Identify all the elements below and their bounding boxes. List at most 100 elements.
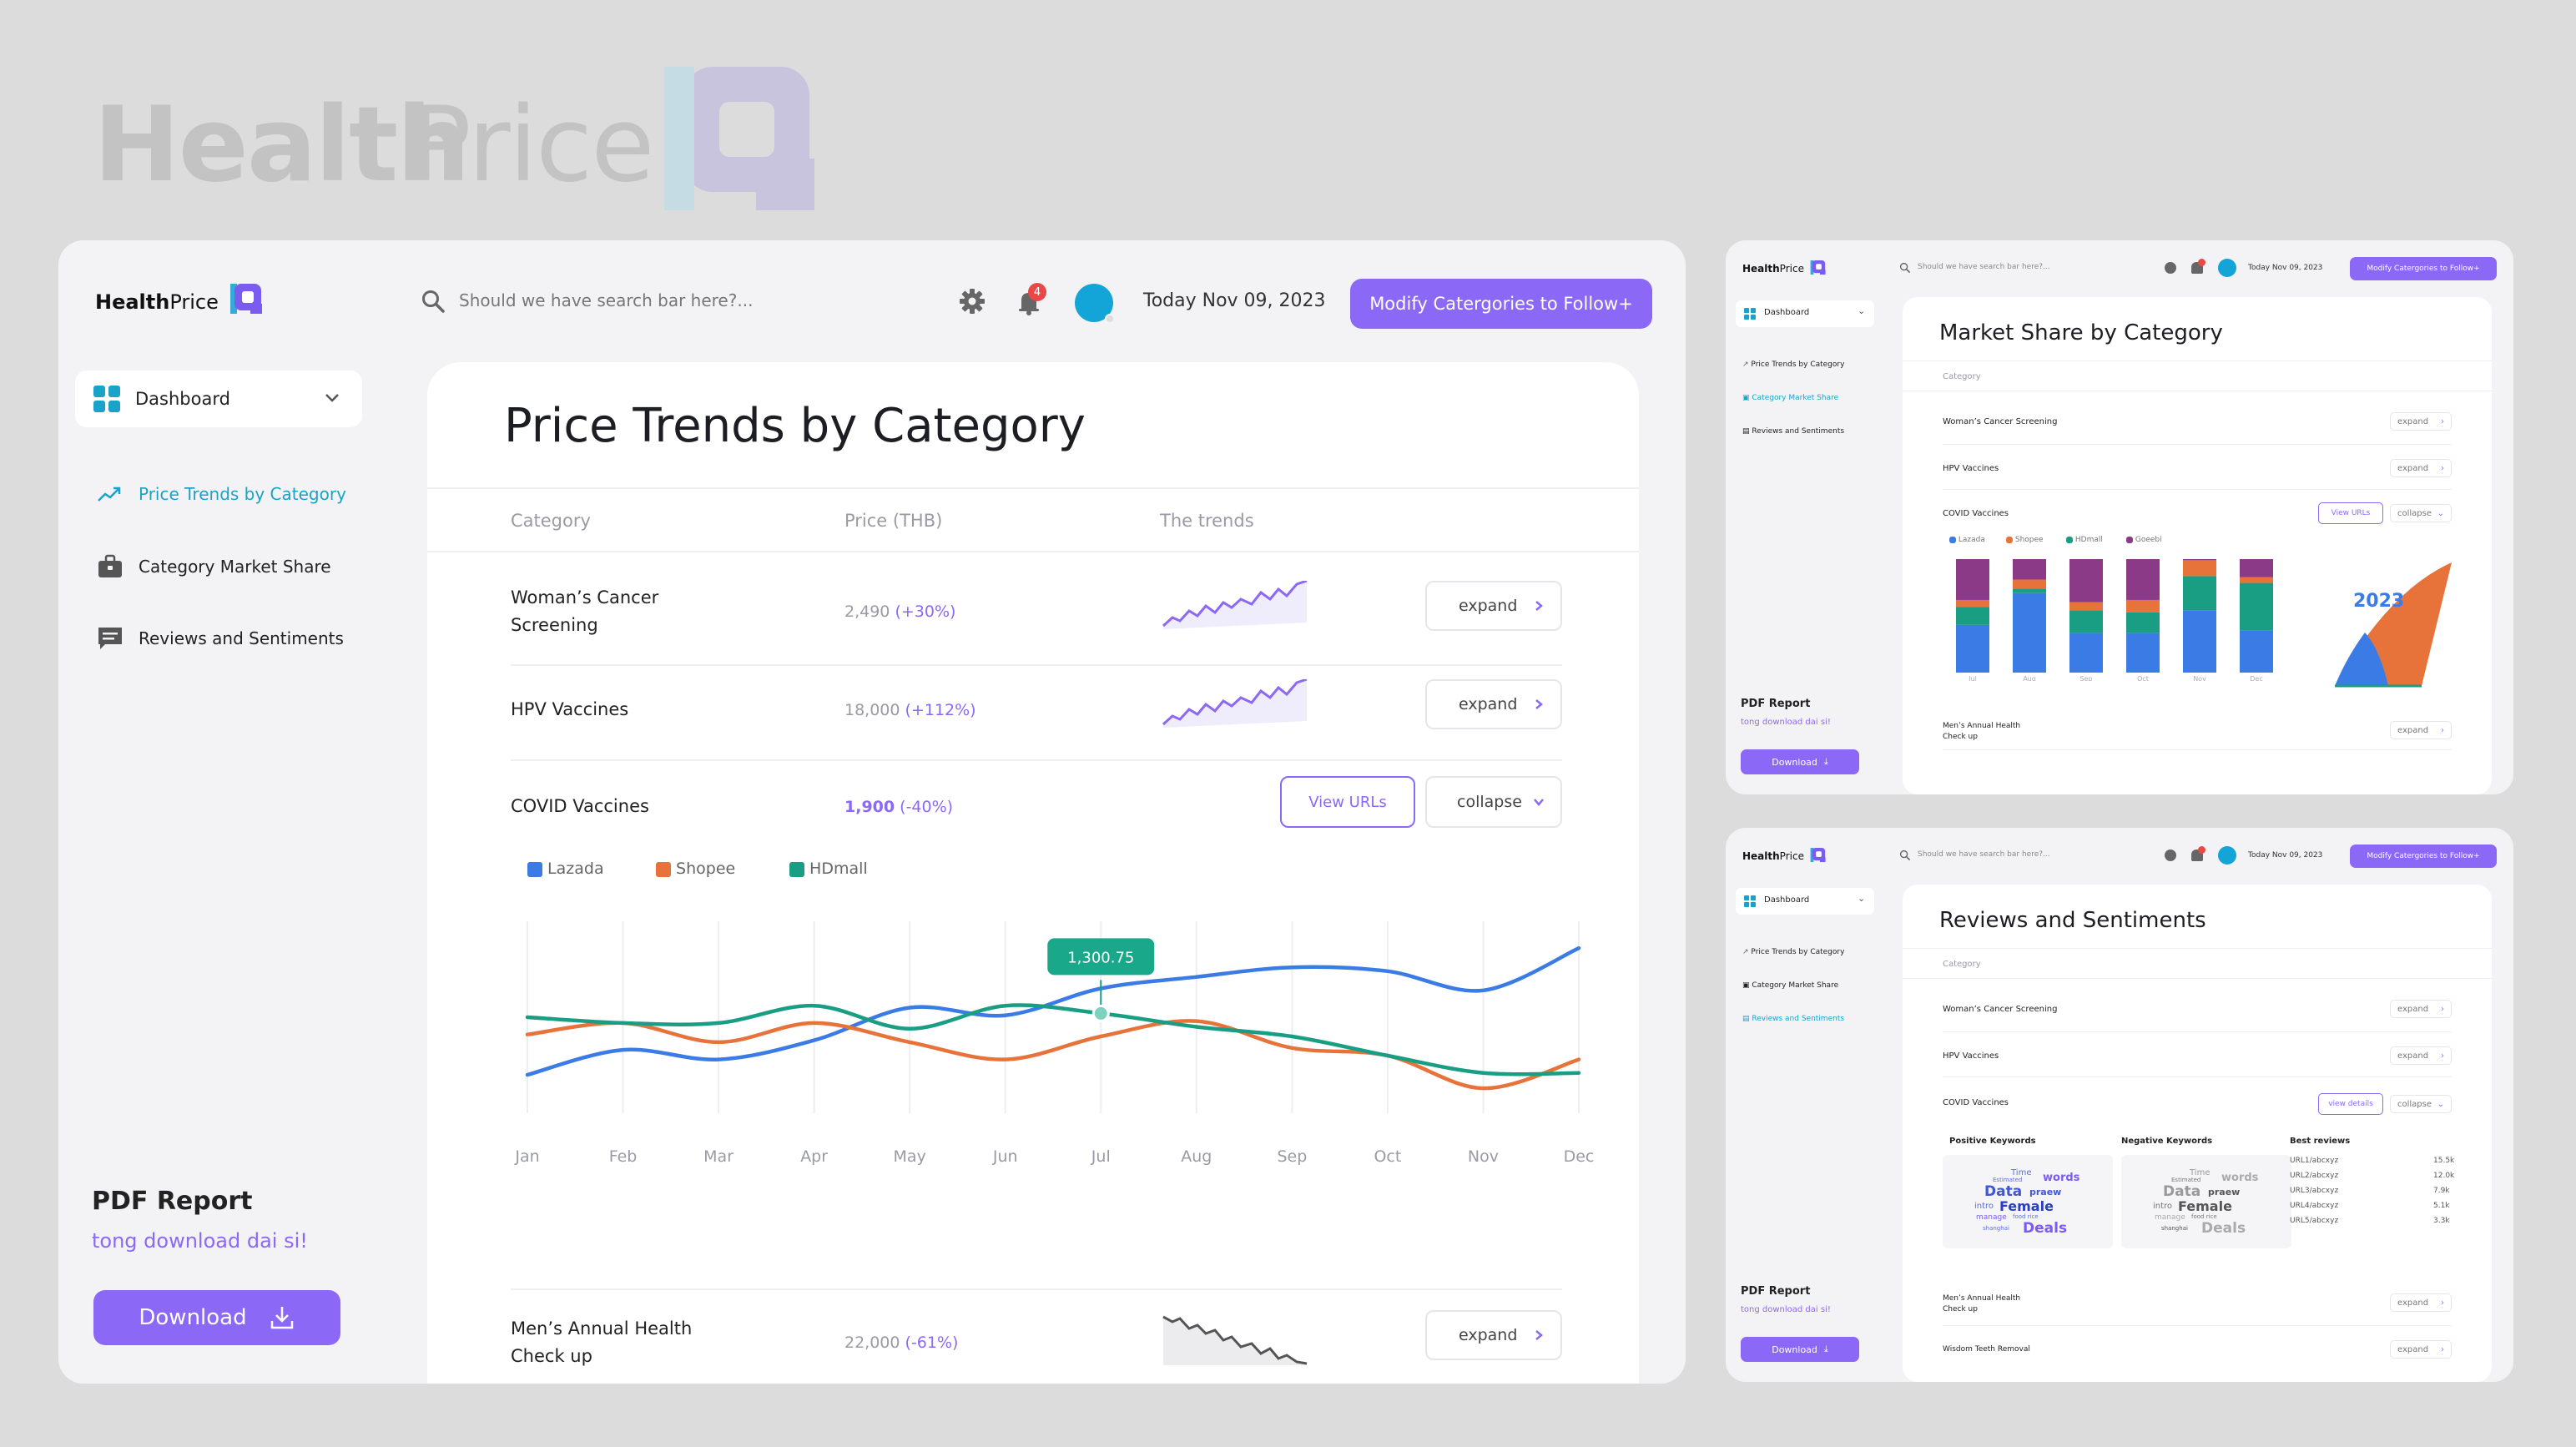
dashboard-dropdown: Dashboard ⌄	[1736, 300, 1874, 327]
expand-button: expand ›	[2390, 412, 2452, 431]
sidebar-item-market-share[interactable]: Category Market Share	[97, 554, 331, 579]
expand-button[interactable]: expand	[1425, 1310, 1562, 1360]
row-category: HPV Vaccines	[511, 699, 629, 719]
x-tick-label: Sep	[1277, 1147, 1307, 1166]
dashboard-grid-icon	[93, 386, 120, 412]
view-urls-button: View URLs	[2318, 502, 2383, 524]
sidebar-item-price-trends[interactable]: Price Trends by Category	[97, 484, 346, 504]
market-share-card: Market Share by Category Category Woman’…	[1903, 297, 2492, 794]
chevron-right-icon	[1535, 699, 1543, 709]
x-tick-label: Apr	[800, 1147, 828, 1166]
pdf-report-title: PDF Report	[92, 1187, 253, 1216]
search-input: Should we have search bar here?...	[1918, 850, 2050, 859]
bar-segment-lazada	[2183, 610, 2216, 673]
pdf-report-subtitle: tong download dai si!	[1741, 1305, 1831, 1314]
search-input: Should we have search bar here?...	[1918, 263, 2050, 271]
brand-logo[interactable]: HealthPrice	[95, 284, 267, 315]
chevron-right-icon	[1535, 1330, 1543, 1340]
main-dashboard-panel: HealthPrice Should we have search bar he…	[58, 240, 1686, 1384]
legend-shopee: Shopee	[656, 860, 735, 878]
bar-segment-shopee	[2240, 577, 2273, 583]
collapse-button[interactable]: collapse	[1425, 776, 1562, 828]
x-tick-label: Feb	[609, 1147, 638, 1166]
chevron-down-icon	[1534, 799, 1544, 806]
modify-categories-button: Modify Catergories to Follow+	[2350, 845, 2497, 868]
search-icon	[1899, 262, 1911, 274]
expand-button-label: expand	[1459, 597, 1518, 615]
hero-q-logo-icon	[664, 67, 814, 210]
avatar-status-dot	[1105, 314, 1115, 324]
tooltip-point[interactable]	[1091, 1004, 1110, 1022]
sidebar-item-price-trends: ↗ Price Trends by Category	[1742, 948, 1845, 956]
x-tick-label: May	[894, 1147, 926, 1166]
brand-logo: HealthPrice	[1742, 848, 1828, 863]
avatar	[2218, 259, 2236, 277]
trend-line-icon	[98, 487, 121, 502]
x-tick-label: Dec	[2250, 675, 2262, 681]
sidebar-item-label: Price Trends by Category	[139, 484, 346, 504]
brand-name-bold: Health	[95, 290, 170, 314]
search-icon[interactable]	[421, 289, 446, 314]
expand-button: expand ›	[2390, 459, 2452, 477]
dashboard-grid-icon	[1744, 308, 1756, 320]
sidebar-item-price-trends: ↗ Price Trends by Category	[1742, 360, 1845, 369]
download-button[interactable]: Download	[93, 1290, 340, 1345]
expand-button: expand ›	[2390, 1046, 2452, 1065]
negative-word-cloud: Time Estimated words Data praew intro Fe…	[2121, 1155, 2291, 1248]
today-date: Today Nov 09, 2023	[1143, 290, 1326, 311]
chat-icon	[98, 628, 122, 649]
x-tick-label: Aug	[1181, 1147, 1212, 1166]
x-tick-label: Jul	[1968, 675, 1977, 681]
view-urls-button[interactable]: View URLs	[1280, 776, 1415, 828]
page-title: Price Trends by Category	[504, 399, 1086, 453]
row-price: 2,490 (+30%)	[844, 602, 956, 621]
gear-icon	[2165, 262, 2176, 274]
expand-button[interactable]: expand	[1425, 581, 1562, 631]
collapse-button-label: collapse	[1457, 793, 1522, 811]
bar-segment-hdmall	[2183, 576, 2216, 611]
sidebar-item-label: Category Market Share	[139, 557, 331, 577]
bar-segment-shopee	[2126, 599, 2160, 613]
sidebar-item-reviews[interactable]: Reviews and Sentiments	[97, 626, 344, 651]
dashboard-dropdown[interactable]: Dashboard	[75, 371, 362, 427]
tooltip-label: 1,300.75	[1067, 949, 1134, 966]
row-sparkline	[1162, 1315, 1308, 1365]
bar-segment-shopee	[2013, 579, 2046, 589]
chevron-right-icon	[1535, 601, 1543, 611]
reviews-card: Reviews and Sentiments Category Woman’s …	[1903, 885, 2492, 1382]
reviews-preview: HealthPrice Should we have search bar he…	[1726, 828, 2513, 1382]
bar-segment-lazada	[2069, 633, 2103, 673]
page-title: Reviews and Sentiments	[1939, 908, 2206, 933]
pdf-report-subtitle: tong download dai si!	[1741, 718, 1831, 727]
brand-q-icon	[1810, 260, 1826, 275]
expand-button-label: expand	[1459, 695, 1518, 713]
expand-button[interactable]: expand	[1425, 679, 1562, 729]
expand-button: expand ›	[2390, 1340, 2452, 1359]
expand-button: expand ›	[2390, 1293, 2452, 1312]
market-share-preview: HealthPrice Should we have search bar he…	[1726, 240, 2513, 794]
modify-categories-button[interactable]: Modify Catergories to Follow+	[1350, 279, 1652, 329]
expand-button: expand ›	[2390, 1000, 2452, 1018]
hero-word-price: Price	[409, 85, 654, 205]
row-price: 1,900 (-40%)	[844, 798, 954, 816]
search-input[interactable]: Should we have search bar here?...	[459, 290, 753, 310]
bar-segment-shopee	[2183, 560, 2216, 577]
gear-icon	[2165, 850, 2176, 861]
bar-segment-hdmall	[2240, 582, 2273, 631]
sidebar-item-reviews: ▤ Reviews and Sentiments	[1742, 1015, 1845, 1023]
download-button: Download ⤓	[1741, 1337, 1859, 1362]
sidebar-item-label: Reviews and Sentiments	[139, 628, 344, 648]
gear-icon[interactable]	[958, 287, 986, 315]
row-price: 18,000 (+112%)	[844, 701, 976, 719]
x-tick-label: Jan	[514, 1147, 539, 1166]
row-category: Men’s Annual Health Check up	[511, 1318, 693, 1366]
price-trends-card: Price Trends by Category Category Price …	[427, 362, 1639, 1384]
brand-q-icon	[1810, 848, 1826, 863]
pdf-report-title: PDF Report	[1741, 1285, 1811, 1298]
bar-segment-goeebi	[2240, 559, 2273, 577]
bar-segment-goeebi	[2126, 559, 2160, 600]
x-tick-label: Nov	[2193, 675, 2206, 681]
download-button-label: Download	[139, 1305, 247, 1330]
market-share-fan-chart	[2335, 562, 2452, 688]
collapse-button: collapse ⌄	[2390, 1095, 2452, 1113]
